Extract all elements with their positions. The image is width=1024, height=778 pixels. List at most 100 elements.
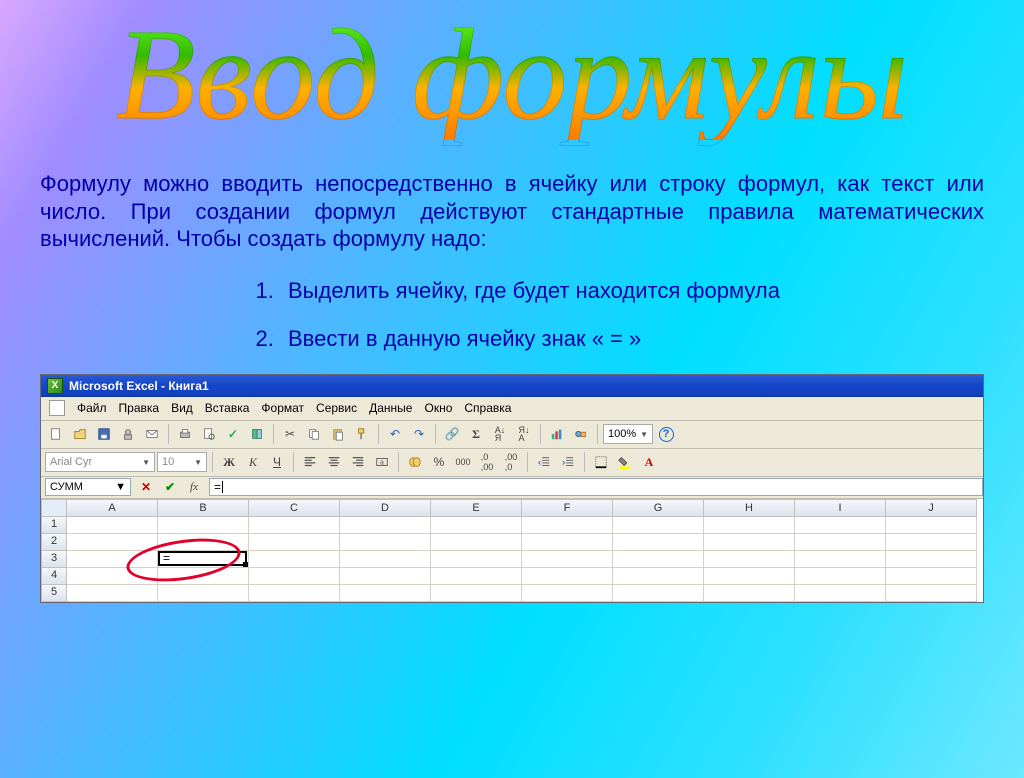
fx-button[interactable]: fx bbox=[183, 476, 205, 498]
cell[interactable] bbox=[158, 517, 249, 534]
cell[interactable] bbox=[613, 585, 704, 602]
align-center-button[interactable] bbox=[323, 451, 345, 473]
drawing-button[interactable] bbox=[570, 423, 592, 445]
cell[interactable] bbox=[613, 517, 704, 534]
menu-tools[interactable]: Сервис bbox=[316, 401, 357, 415]
sort-asc-button[interactable]: А↓Я bbox=[489, 423, 511, 445]
underline-button[interactable]: Ч bbox=[266, 451, 288, 473]
enter-formula-button[interactable]: ✔ bbox=[159, 476, 181, 498]
cell[interactable] bbox=[522, 534, 613, 551]
inc-indent-button[interactable] bbox=[557, 451, 579, 473]
cell[interactable] bbox=[158, 585, 249, 602]
cell[interactable] bbox=[340, 534, 431, 551]
save-button[interactable] bbox=[93, 423, 115, 445]
merge-center-button[interactable]: a bbox=[371, 451, 393, 473]
zoom-dropdown[interactable]: 100%▼ bbox=[603, 424, 653, 444]
select-all-corner[interactable] bbox=[41, 499, 67, 517]
cell[interactable] bbox=[249, 517, 340, 534]
menu-format[interactable]: Формат bbox=[261, 401, 304, 415]
align-left-button[interactable] bbox=[299, 451, 321, 473]
col-B[interactable]: B bbox=[158, 499, 249, 517]
cell[interactable] bbox=[249, 568, 340, 585]
print-button[interactable] bbox=[174, 423, 196, 445]
row-3[interactable]: 3 bbox=[41, 551, 67, 568]
align-right-button[interactable] bbox=[347, 451, 369, 473]
cell[interactable] bbox=[249, 551, 340, 568]
cell[interactable] bbox=[67, 534, 158, 551]
cell[interactable] bbox=[886, 534, 977, 551]
permission-button[interactable] bbox=[117, 423, 139, 445]
cell[interactable] bbox=[613, 551, 704, 568]
cell[interactable] bbox=[340, 568, 431, 585]
cell[interactable] bbox=[249, 534, 340, 551]
row-1[interactable]: 1 bbox=[41, 517, 67, 534]
autosum-button[interactable]: Σ bbox=[465, 423, 487, 445]
italic-button[interactable]: К bbox=[242, 451, 264, 473]
font-color-button[interactable]: A bbox=[638, 451, 660, 473]
cell[interactable] bbox=[704, 534, 795, 551]
cell[interactable] bbox=[886, 551, 977, 568]
borders-button[interactable] bbox=[590, 451, 612, 473]
cell[interactable] bbox=[522, 585, 613, 602]
col-A[interactable]: A bbox=[67, 499, 158, 517]
cell[interactable] bbox=[522, 517, 613, 534]
cell[interactable] bbox=[886, 585, 977, 602]
col-J[interactable]: J bbox=[886, 499, 977, 517]
undo-button[interactable]: ↶ bbox=[384, 423, 406, 445]
cell[interactable] bbox=[795, 551, 886, 568]
col-D[interactable]: D bbox=[340, 499, 431, 517]
cell[interactable] bbox=[704, 517, 795, 534]
cell[interactable] bbox=[67, 517, 158, 534]
cell[interactable] bbox=[704, 568, 795, 585]
percent-button[interactable]: % bbox=[428, 451, 450, 473]
currency-button[interactable] bbox=[404, 451, 426, 473]
font-dropdown[interactable]: Arial Cyr▼ bbox=[45, 452, 155, 472]
menu-file[interactable]: Файл bbox=[77, 401, 107, 415]
redo-button[interactable]: ↷ bbox=[408, 423, 430, 445]
cell[interactable] bbox=[431, 585, 522, 602]
copy-button[interactable] bbox=[303, 423, 325, 445]
cell[interactable] bbox=[431, 534, 522, 551]
menu-help[interactable]: Справка bbox=[464, 401, 511, 415]
cell[interactable] bbox=[340, 517, 431, 534]
col-E[interactable]: E bbox=[431, 499, 522, 517]
mail-button[interactable] bbox=[141, 423, 163, 445]
format-painter-button[interactable] bbox=[351, 423, 373, 445]
cell[interactable] bbox=[431, 517, 522, 534]
help-button[interactable]: ? bbox=[655, 423, 677, 445]
menu-view[interactable]: Вид bbox=[171, 401, 193, 415]
cell[interactable] bbox=[249, 585, 340, 602]
name-box[interactable]: СУММ▼ bbox=[45, 478, 131, 496]
cell[interactable] bbox=[340, 585, 431, 602]
sort-desc-button[interactable]: Я↓А bbox=[513, 423, 535, 445]
cell[interactable] bbox=[431, 551, 522, 568]
cell[interactable] bbox=[613, 534, 704, 551]
cell[interactable] bbox=[67, 585, 158, 602]
comma-button[interactable]: 000 bbox=[452, 451, 474, 473]
formula-input[interactable]: = bbox=[209, 478, 983, 496]
cell[interactable] bbox=[886, 517, 977, 534]
new-button[interactable] bbox=[45, 423, 67, 445]
col-F[interactable]: F bbox=[522, 499, 613, 517]
cell[interactable] bbox=[522, 568, 613, 585]
cell[interactable] bbox=[795, 585, 886, 602]
cut-button[interactable]: ✂ bbox=[279, 423, 301, 445]
fontsize-dropdown[interactable]: 10▼ bbox=[157, 452, 207, 472]
menu-data[interactable]: Данные bbox=[369, 401, 412, 415]
col-I[interactable]: I bbox=[795, 499, 886, 517]
menu-edit[interactable]: Правка bbox=[119, 401, 160, 415]
chart-button[interactable] bbox=[546, 423, 568, 445]
cell[interactable] bbox=[704, 551, 795, 568]
spellcheck-button[interactable]: ✓ bbox=[222, 423, 244, 445]
cell[interactable] bbox=[886, 568, 977, 585]
research-button[interactable] bbox=[246, 423, 268, 445]
col-H[interactable]: H bbox=[704, 499, 795, 517]
menu-window[interactable]: Окно bbox=[424, 401, 452, 415]
col-G[interactable]: G bbox=[613, 499, 704, 517]
col-C[interactable]: C bbox=[249, 499, 340, 517]
bold-button[interactable]: Ж bbox=[218, 451, 240, 473]
cell[interactable] bbox=[704, 585, 795, 602]
cell[interactable] bbox=[795, 568, 886, 585]
cell[interactable] bbox=[795, 534, 886, 551]
cell[interactable] bbox=[613, 568, 704, 585]
